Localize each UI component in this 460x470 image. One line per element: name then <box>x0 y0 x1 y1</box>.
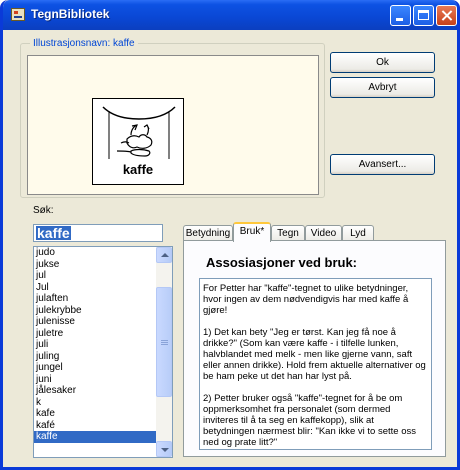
list-item[interactable]: jukse <box>34 259 157 271</box>
list-item[interactable]: kaffe <box>34 431 157 443</box>
scroll-down-button[interactable] <box>156 441 172 457</box>
search-input-value: kaffe <box>36 225 71 241</box>
cancel-button[interactable]: Avbryt <box>330 77 435 98</box>
list-item[interactable]: juni <box>34 374 157 386</box>
close-button[interactable] <box>436 5 457 26</box>
sign-card: kaffe <box>92 98 184 185</box>
tab-betydning[interactable]: Betydning <box>183 225 233 241</box>
usage-textbox[interactable]: For Petter har "kaffe"-tegnet to ulike b… <box>199 278 432 450</box>
tab-video[interactable]: Video <box>305 225 342 241</box>
list-item[interactable]: Jul <box>34 282 157 294</box>
tab-panel-bruk: Assosiasjoner ved bruk: For Petter har "… <box>183 240 446 457</box>
app-icon <box>11 8 25 21</box>
list-item[interactable]: jul <box>34 270 157 282</box>
scroll-up-button[interactable] <box>156 247 172 263</box>
tab-lyd[interactable]: Lyd <box>342 225 374 241</box>
close-icon <box>437 6 456 25</box>
illustration-name-label: Illustrasjonsnavn: kaffe <box>30 38 138 49</box>
list-item[interactable]: julenisse <box>34 316 157 328</box>
list-item[interactable]: jålesaker <box>34 385 157 397</box>
list-item[interactable]: julekrybbe <box>34 305 157 317</box>
list-item[interactable]: judo <box>34 247 157 259</box>
search-input[interactable]: kaffe <box>33 224 163 242</box>
maximize-icon <box>414 6 433 25</box>
list-item[interactable]: juletre <box>34 328 157 340</box>
panel-title: Assosiasjoner ved bruk: <box>206 255 357 270</box>
tab-bruk[interactable]: Bruk* <box>233 222 271 242</box>
maximize-button[interactable] <box>413 5 434 26</box>
list-item[interactable]: kafe <box>34 408 157 420</box>
usage-paragraph: 1) Det kan bety "Jeg er tørst. Kan jeg f… <box>203 327 426 382</box>
search-label: Søk: <box>33 205 54 216</box>
list-item[interactable]: jungel <box>34 362 157 374</box>
window-title: TegnBibliotek <box>31 7 110 21</box>
list-item[interactable]: k <box>34 397 157 409</box>
grip-icon <box>161 340 168 346</box>
list-item[interactable]: juli <box>34 339 157 351</box>
word-list-scrollbar[interactable] <box>156 247 172 457</box>
minimize-icon <box>391 6 410 25</box>
chevron-up-icon <box>161 253 169 257</box>
usage-paragraph: 2) Petter bruker også "kaffe"-tegnet for… <box>203 393 417 448</box>
list-item[interactable]: juling <box>34 351 157 363</box>
sign-word: kaffe <box>122 162 154 177</box>
title-bar[interactable]: TegnBibliotek <box>3 0 457 30</box>
minimize-button[interactable] <box>390 5 411 26</box>
word-list[interactable]: judo jukse jul Jul julaften julekrybbe julenis… <box>33 246 173 458</box>
list-item[interactable]: julaften <box>34 293 157 305</box>
tab-tegn[interactable]: Tegn <box>271 225 305 241</box>
list-item[interactable]: kafé <box>34 420 157 432</box>
ok-button[interactable]: Ok <box>330 52 435 73</box>
chevron-down-icon <box>161 448 169 452</box>
scroll-thumb[interactable] <box>156 287 172 397</box>
usage-paragraph: For Petter har "kaffe"-tegnet to ulike b… <box>203 283 409 316</box>
word-list-items: judo jukse jul Jul julaften julekrybbe julenis… <box>34 247 157 443</box>
sign-illustration-icon <box>102 106 176 159</box>
advanced-button[interactable]: Avansert... <box>330 154 435 175</box>
